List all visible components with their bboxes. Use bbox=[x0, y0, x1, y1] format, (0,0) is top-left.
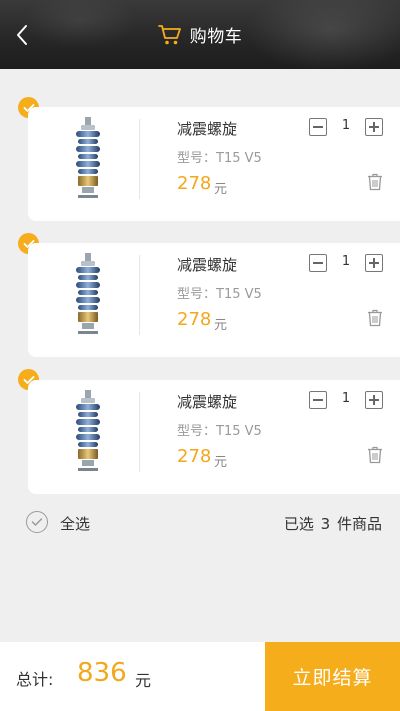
select-all-row: 全选 已选 3 件商品 bbox=[0, 505, 400, 539]
top-navbar: 购物车 bbox=[0, 0, 400, 69]
qty-increase-button[interactable] bbox=[365, 254, 383, 272]
divider bbox=[139, 392, 140, 472]
trash-icon[interactable] bbox=[367, 309, 383, 327]
price-unit: 元 bbox=[214, 318, 228, 333]
qty-value: 1 bbox=[341, 254, 351, 269]
qty-value: 1 bbox=[341, 118, 351, 133]
trash-icon[interactable] bbox=[367, 446, 383, 464]
divider bbox=[139, 119, 140, 199]
shock-spring-product-image[interactable] bbox=[68, 388, 108, 476]
selected-count: 已选 3 件商品 bbox=[283, 515, 382, 533]
select-all-label[interactable]: 全选 bbox=[60, 513, 90, 534]
qty-decrease-button[interactable] bbox=[309, 391, 327, 409]
trash-icon[interactable] bbox=[367, 173, 383, 191]
checkout-button[interactable]: 立即结算 bbox=[265, 642, 400, 711]
checkout-bar: 总计: 836 元 立即结算 bbox=[0, 642, 400, 711]
product-model: 型号：T15 V5 bbox=[177, 287, 262, 302]
product-model: 型号：T15 V5 bbox=[177, 424, 262, 439]
page-title: 购物车 bbox=[189, 27, 243, 47]
check-icon bbox=[31, 518, 43, 526]
qty-decrease-button[interactable] bbox=[309, 118, 327, 136]
product-model: 型号：T15 V5 bbox=[177, 151, 262, 166]
product-name: 减震螺旋 bbox=[177, 393, 238, 411]
shopping-cart-icon bbox=[157, 24, 181, 44]
total-unit: 元 bbox=[135, 671, 152, 690]
shock-spring-product-image[interactable] bbox=[68, 251, 108, 339]
total-amount: 836 bbox=[77, 658, 127, 688]
divider bbox=[139, 255, 140, 335]
product-name: 减震螺旋 bbox=[177, 256, 238, 274]
qty-decrease-button[interactable] bbox=[309, 254, 327, 272]
product-price: 278 bbox=[177, 309, 212, 330]
total-label: 总计: bbox=[16, 670, 54, 689]
select-all-checkbox[interactable] bbox=[26, 511, 48, 533]
product-price: 278 bbox=[177, 173, 212, 194]
qty-value: 1 bbox=[341, 391, 351, 406]
cart-item-card: 减震螺旋 型号：T15 V5 278 元 1 bbox=[28, 380, 400, 494]
product-price: 278 bbox=[177, 446, 212, 467]
cart-item-card: 减震螺旋 型号：T15 V5 278 元 1 bbox=[28, 243, 400, 357]
qty-increase-button[interactable] bbox=[365, 391, 383, 409]
qty-increase-button[interactable] bbox=[365, 118, 383, 136]
product-name: 减震螺旋 bbox=[177, 120, 238, 138]
shock-spring-product-image[interactable] bbox=[68, 115, 108, 203]
cart-item-card: 减震螺旋 型号：T15 V5 278 元 1 bbox=[28, 107, 400, 221]
price-unit: 元 bbox=[214, 182, 228, 197]
price-unit: 元 bbox=[214, 455, 228, 470]
